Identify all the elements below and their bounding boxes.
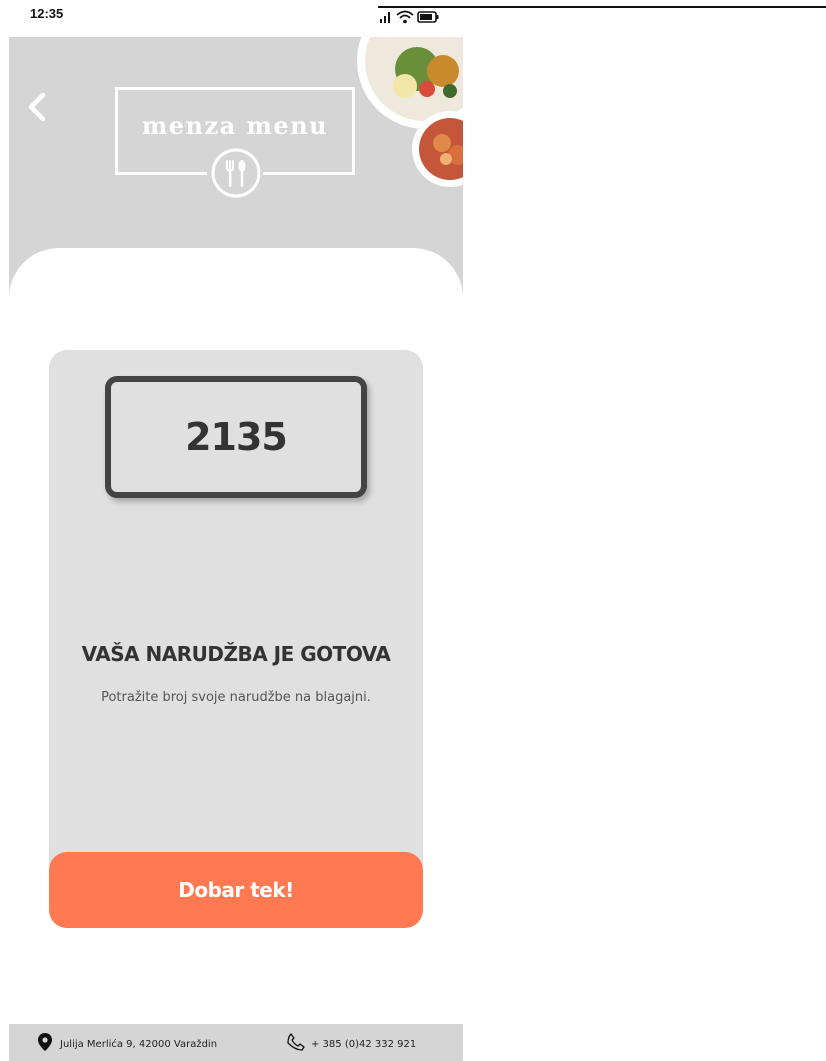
logo-divider xyxy=(263,172,355,175)
logo-text: menza menu xyxy=(141,111,329,140)
cutlery-icon xyxy=(210,147,262,199)
signal-icon xyxy=(379,10,393,24)
order-card: 2135 VAŠA NARUDŽBA JE GOTOVA Potražite b… xyxy=(49,350,423,928)
logo-divider xyxy=(115,172,207,175)
enjoy-meal-button[interactable]: Dobar tek! xyxy=(49,852,423,928)
battery-icon xyxy=(417,10,439,24)
menza-logo: menza menu xyxy=(115,87,359,205)
order-number-box: 2135 xyxy=(105,376,367,498)
status-bar: 12:35 xyxy=(0,0,826,34)
order-status-title: VAŠA NARUDŽBA JE GOTOVA xyxy=(81,642,391,666)
status-divider xyxy=(378,6,826,8)
enjoy-meal-label: Dobar tek! xyxy=(178,878,294,902)
address-text: Julija Merlića 9, 42000 Varaždin xyxy=(60,1038,218,1050)
phone-icon xyxy=(287,1033,305,1055)
chevron-left-icon xyxy=(19,92,53,131)
order-number: 2135 xyxy=(185,415,288,459)
order-status-subtitle: Potražite broj svoje narudžbe na blagajn… xyxy=(101,690,371,705)
footer: Julija Merlića 9, 42000 Varaždin + 385 (… xyxy=(9,1024,463,1061)
food-plate-image xyxy=(410,109,463,189)
status-time: 12:35 xyxy=(30,6,64,21)
location-pin-icon xyxy=(38,1033,52,1055)
app-screen: menza menu 2135 VAŠA NARUDŽBA JE GOTOVA … xyxy=(9,37,463,1061)
wifi-icon xyxy=(396,10,414,24)
footer-phone[interactable]: + 385 (0)42 332 921 xyxy=(287,1033,416,1055)
status-icons xyxy=(379,10,439,24)
back-button[interactable] xyxy=(19,87,53,127)
footer-address[interactable]: Julija Merlića 9, 42000 Varaždin xyxy=(38,1033,217,1055)
phone-text: + 385 (0)42 332 921 xyxy=(311,1038,417,1050)
